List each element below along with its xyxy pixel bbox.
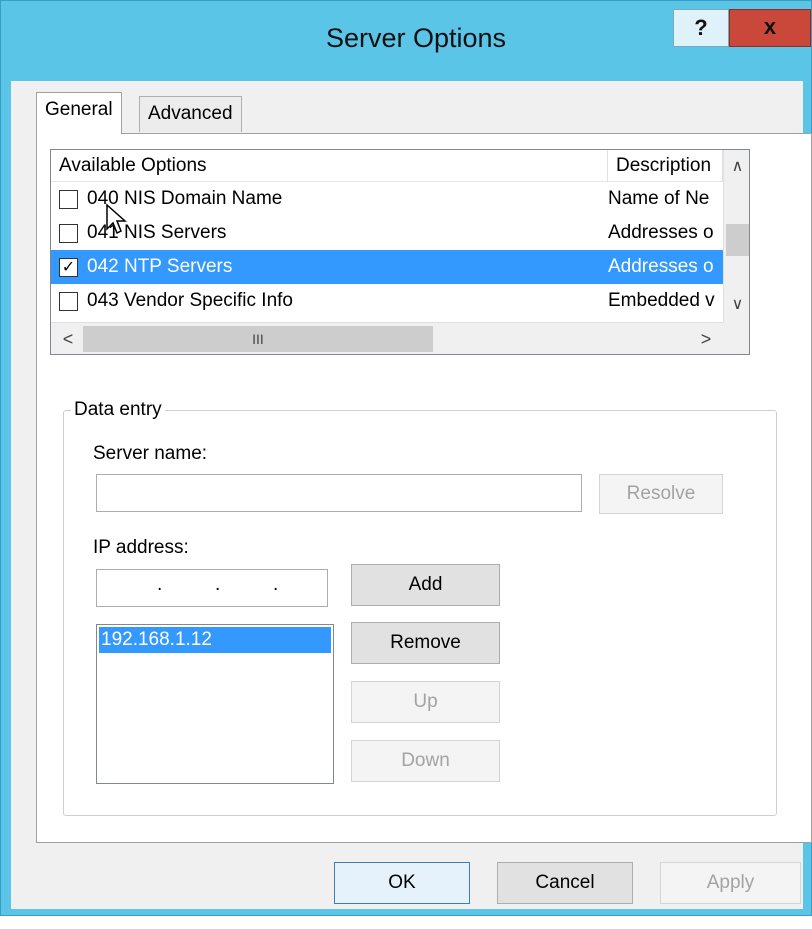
horizontal-scrollbar[interactable]: < III > bbox=[51, 322, 723, 354]
up-button[interactable]: Up bbox=[351, 681, 500, 723]
apply-button[interactable]: Apply bbox=[660, 862, 801, 904]
add-button[interactable]: Add bbox=[351, 564, 500, 606]
option-row-043[interactable]: 043 Vendor Specific Info Embedded v bbox=[51, 284, 723, 318]
data-entry-legend: Data entry bbox=[71, 399, 165, 421]
horizontal-scroll-thumb[interactable]: III bbox=[83, 326, 433, 352]
scroll-up-icon[interactable]: ∧ bbox=[724, 152, 749, 182]
option-checkbox-040[interactable] bbox=[59, 190, 78, 209]
ok-button[interactable]: OK bbox=[334, 862, 470, 904]
ip-address-list[interactable]: 192.168.1.12 bbox=[96, 624, 334, 784]
option-description: Embedded v bbox=[608, 290, 715, 311]
scroll-down-icon[interactable]: ∨ bbox=[724, 290, 749, 320]
server-name-input[interactable] bbox=[96, 474, 582, 512]
option-description: Name of Ne bbox=[608, 188, 710, 209]
tab-advanced[interactable]: Advanced bbox=[139, 96, 242, 132]
column-header-description[interactable]: Description bbox=[608, 150, 723, 182]
ip-address-label: IP address: bbox=[93, 537, 189, 558]
ip-octet-separator: . bbox=[157, 574, 163, 595]
server-options-dialog: Server Options ? x General Advanced Avai… bbox=[0, 0, 812, 916]
resolve-button[interactable]: Resolve bbox=[599, 474, 723, 514]
vertical-scroll-thumb[interactable] bbox=[726, 224, 749, 256]
option-row-042[interactable]: ✓ 042 NTP Servers Addresses o bbox=[51, 250, 723, 284]
option-checkbox-043[interactable] bbox=[59, 292, 78, 311]
close-button[interactable]: x bbox=[729, 9, 811, 47]
option-row-041[interactable]: 041 NIS Servers Addresses o bbox=[51, 216, 723, 250]
ip-list-item[interactable]: 192.168.1.12 bbox=[99, 627, 331, 653]
mouse-pointer-icon bbox=[106, 203, 127, 235]
option-name: 043 Vendor Specific Info bbox=[87, 290, 293, 311]
ip-octet-separator: . bbox=[273, 574, 279, 595]
option-description: Addresses o bbox=[608, 256, 714, 277]
tab-general[interactable]: General bbox=[36, 92, 122, 134]
remove-button[interactable]: Remove bbox=[351, 622, 500, 664]
option-name: 042 NTP Servers bbox=[87, 256, 233, 277]
option-checkbox-041[interactable] bbox=[59, 224, 78, 243]
cancel-button[interactable]: Cancel bbox=[497, 862, 633, 904]
scroll-left-icon[interactable]: < bbox=[53, 323, 83, 354]
column-header-available-options[interactable]: Available Options bbox=[51, 150, 608, 182]
down-button[interactable]: Down bbox=[351, 740, 500, 782]
option-checkbox-042[interactable]: ✓ bbox=[59, 258, 78, 277]
scrollbar-corner bbox=[723, 322, 749, 354]
dialog-client-area: General Advanced Available Options Descr… bbox=[11, 81, 812, 909]
ip-octet-separator: . bbox=[215, 574, 221, 595]
option-description: Addresses o bbox=[608, 222, 714, 243]
vertical-scrollbar[interactable]: ∧ ∨ bbox=[723, 150, 749, 322]
ip-address-input[interactable]: . . . bbox=[96, 569, 328, 607]
scroll-right-icon[interactable]: > bbox=[691, 323, 721, 354]
available-options-list[interactable]: Available Options Description 040 NIS Do… bbox=[50, 149, 750, 355]
help-button[interactable]: ? bbox=[673, 9, 729, 47]
title-bar[interactable]: Server Options ? x bbox=[1, 1, 811, 81]
option-row-040[interactable]: 040 NIS Domain Name Name of Ne bbox=[51, 182, 723, 216]
server-name-label: Server name: bbox=[93, 443, 208, 464]
